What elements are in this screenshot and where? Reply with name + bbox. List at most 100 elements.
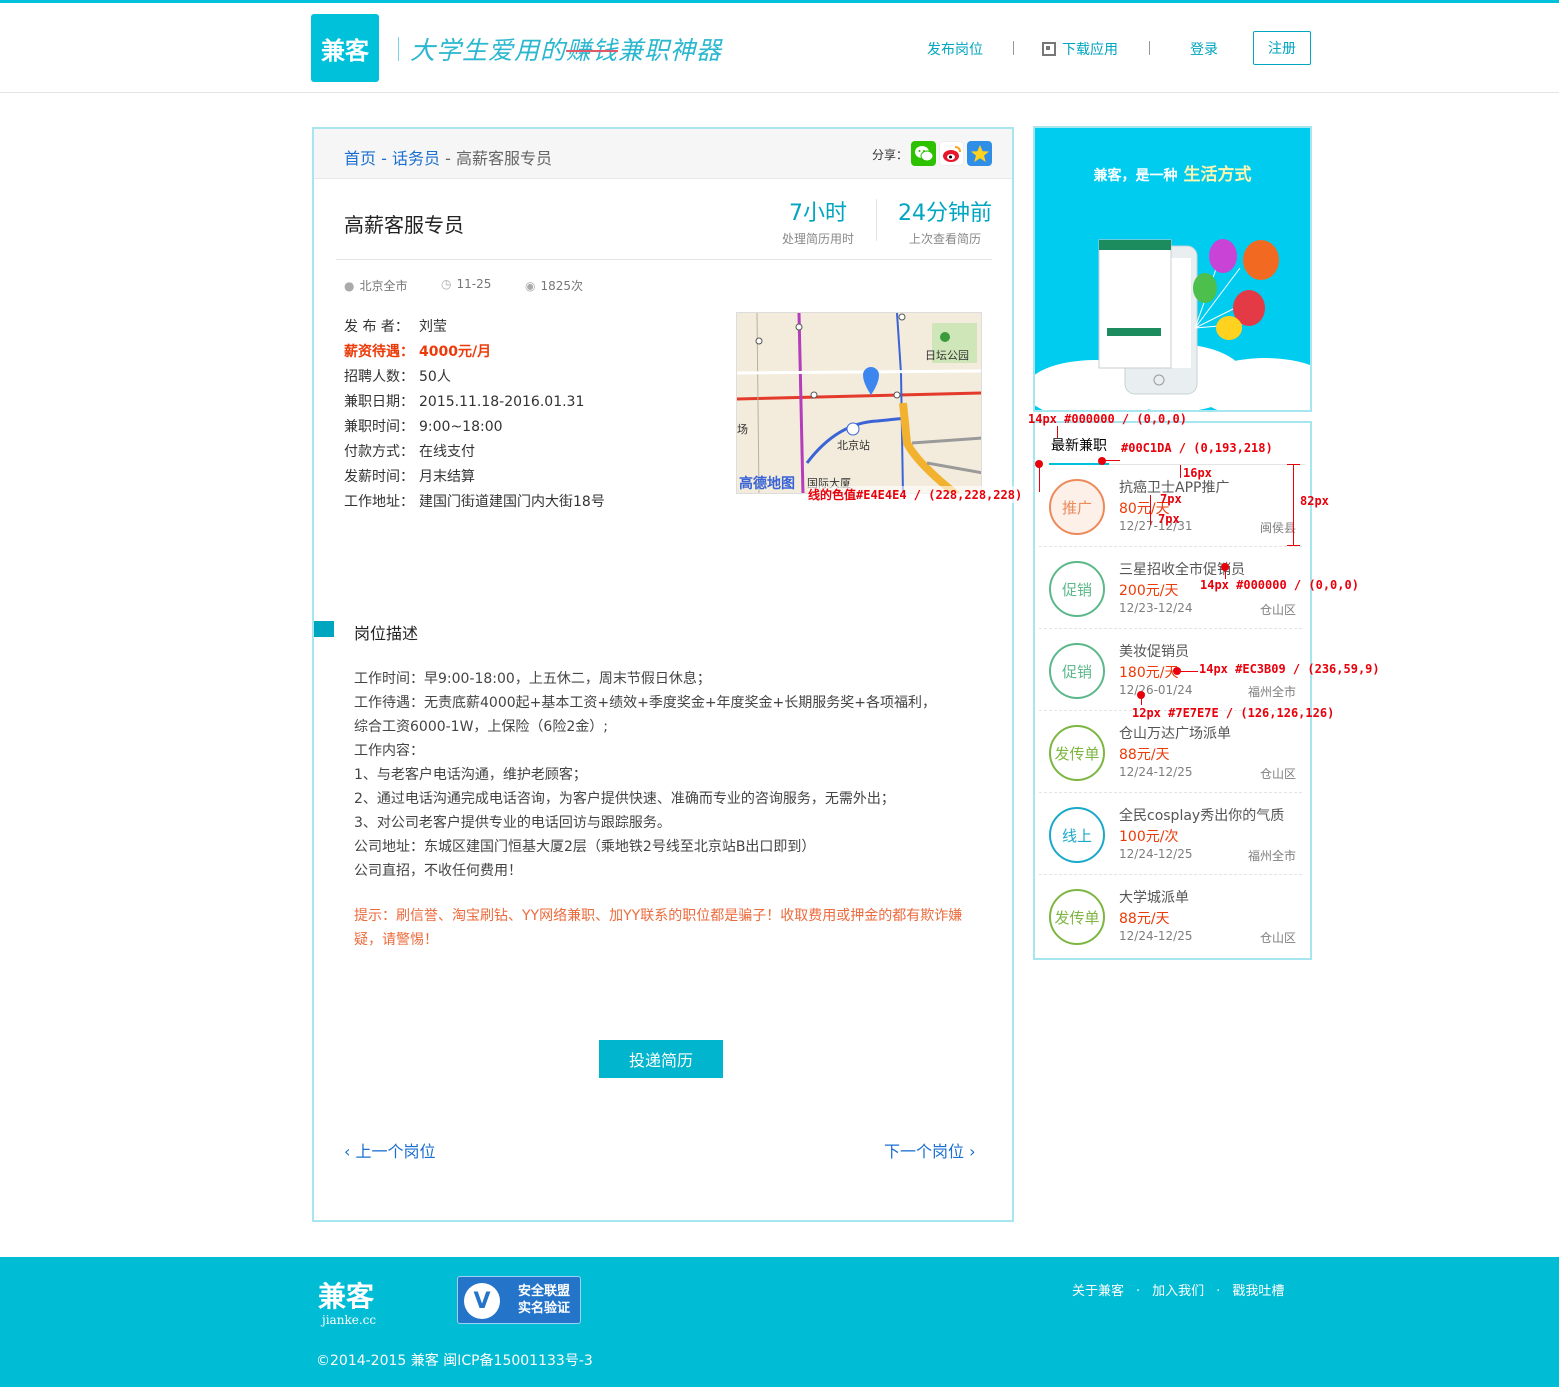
description-line: 工作待遇：无责底薪4000起+基本工资+绩效+季度奖金+年度奖金+长期服务奖+各… <box>354 695 937 711</box>
app-promo-banner[interactable]: 兼客，是一种 生活方式 <box>1033 126 1312 412</box>
title-divider <box>336 259 992 260</box>
list-item[interactable]: 推广 抗癌卫士APP推广 80元/天 12/27-12/31 闽侯县 <box>1039 465 1302 547</box>
info-row-address: 工作地址： 建国门街道建国门内大街18号 <box>344 490 605 515</box>
job-pay: 100元/次 <box>1119 829 1179 845</box>
description-line: 工作内容： <box>354 743 424 759</box>
description-line: 3、对公司老客户提供专业的电话回访与跟踪服务。 <box>354 815 671 831</box>
location-map[interactable]: 日坛公园 北京站 场 国际大厦 高德地图 <box>736 312 982 494</box>
wechat-icon[interactable] <box>911 141 936 166</box>
slogan-part-b: 赚钱 <box>566 36 619 65</box>
description-title: 岗位描述 <box>354 624 419 643</box>
spec-annotation-line-color: 线的色值#E4E4E4 / (228,228,228) <box>808 486 1023 503</box>
spec-leader-line <box>1104 460 1120 461</box>
info-key: 发薪时间： <box>344 469 414 485</box>
spec-leader-line <box>1180 671 1198 672</box>
meta-views: ◉ 1825次 <box>525 277 583 294</box>
weibo-glyph <box>942 145 961 162</box>
meta-date-text: 11-25 <box>456 277 492 291</box>
spec-annotation-title-font: 14px #000000 / (0,0,0) <box>1028 412 1187 426</box>
section-marker <box>314 621 334 637</box>
description-line: 综合工资6000-1W，上保险（6险2金）; <box>354 719 608 735</box>
stat-process-time: 7小时 <box>789 201 847 226</box>
nav-download-app[interactable]: 下载应用 <box>1042 39 1118 59</box>
breadcrumb-separator: - <box>376 149 392 168</box>
spec-dimension-line <box>1293 464 1294 546</box>
info-key: 薪资待遇： <box>344 344 414 360</box>
badge-line-1: 安全联盟 <box>518 1284 571 1299</box>
qzone-star-icon[interactable] <box>967 141 992 166</box>
map-brand-logo: 高德地图 <box>739 476 795 492</box>
slogan-part-c: 兼职神器 <box>618 36 723 65</box>
clock-icon: ◷ <box>441 277 452 291</box>
job-title: 高薪客服专员 <box>344 213 464 237</box>
breadcrumb-category[interactable]: 话务员 <box>392 149 440 168</box>
nav-login[interactable]: 登录 <box>1190 39 1218 59</box>
weibo-icon[interactable] <box>939 141 964 166</box>
info-key: 发 布 者： <box>344 319 409 335</box>
footer-link-about[interactable]: 关于兼客 <box>1072 1284 1124 1299</box>
info-key: 兼职时间： <box>344 419 414 435</box>
register-button[interactable]: 注册 <box>1253 31 1311 65</box>
next-job-link[interactable]: 下一个岗位 › <box>884 1138 976 1162</box>
job-name: 全民cosplay秀出你的气质 <box>1119 808 1285 824</box>
footer-link-feedback[interactable]: 戳我吐槽 <box>1232 1284 1284 1299</box>
slogan-part-a: 大学生爱用的 <box>410 36 567 65</box>
spec-leader-line <box>1141 695 1142 705</box>
spec-annotation-spacing-7b: 7px <box>1158 512 1180 526</box>
spec-marker-dot <box>1098 457 1106 465</box>
wechat-glyph <box>914 145 933 161</box>
job-detail-card: 首页 - 话务员 - 高薪客服专员 分享： 高薪客服专员 7小时 处理简历用时 … <box>312 127 1014 1222</box>
list-item[interactable]: 发传单 仓山万达广场派单 88元/天 12/24-12/25 仓山区 <box>1039 711 1302 793</box>
job-date: 12/24-12/25 <box>1119 847 1193 861</box>
list-item[interactable]: 发传单 大学城派单 88元/天 12/24-12/25 仓山区 <box>1039 875 1302 957</box>
info-row-publisher: 发 布 者： 刘莹 <box>344 315 605 340</box>
info-key: 兼职日期： <box>344 394 414 410</box>
nav-download-label: 下载应用 <box>1062 42 1118 58</box>
job-category-badge: 发传单 <box>1049 889 1105 945</box>
nav-divider <box>1013 41 1014 55</box>
info-value: 50人 <box>419 369 451 385</box>
sidebar-title: 最新兼职 <box>1051 438 1107 454</box>
spec-leader-line <box>1039 464 1040 492</box>
info-value: 2015.11.18-2016.01.31 <box>419 394 585 410</box>
info-value: 建国门街道建国门内大街18号 <box>419 494 605 510</box>
breadcrumb-current: 高薪客服专员 <box>455 149 552 168</box>
info-key: 招聘人数： <box>344 369 414 385</box>
job-pay: 88元/天 <box>1119 747 1170 763</box>
job-category-badge: 推广 <box>1049 479 1105 535</box>
spec-leader-line <box>1057 426 1058 438</box>
previous-job-link[interactable]: ‹ 上一个岗位 <box>344 1138 436 1162</box>
footer-link-join[interactable]: 加入我们 <box>1152 1284 1204 1299</box>
nav-post-job[interactable]: 发布岗位 <box>927 39 983 59</box>
description-line: 1、与老客户电话沟通，维护老顾客； <box>354 767 587 783</box>
job-pay: 88元/天 <box>1119 911 1170 927</box>
submit-resume-button[interactable]: 投递简历 <box>599 1040 723 1078</box>
description-line: 工作时间：早9:00-18:00，上五休二，周末节假日休息； <box>354 671 711 687</box>
stat-last-view: 24分钟前 <box>898 201 992 226</box>
job-location: 闽侯县 <box>1259 521 1296 535</box>
meta-date: ◷ 11-25 <box>441 277 491 291</box>
breadcrumb-home[interactable]: 首页 <box>344 149 376 168</box>
info-key: 工作地址： <box>344 494 414 510</box>
badge-text: 安全联盟 实名验证 <box>518 1283 570 1317</box>
footer-domain: jianke.cc <box>322 1313 377 1327</box>
spec-annotation-spacing-7a: 7px <box>1160 492 1182 506</box>
eye-icon: ◉ <box>525 279 536 293</box>
site-footer: 兼客 jianke.cc V 安全联盟 实名验证 关于兼客 · 加入我们 · 戳我吐槽 ©… <box>0 1257 1559 1387</box>
spec-dimension-line <box>1180 465 1181 478</box>
info-row-date: 兼职日期： 2015.11.18-2016.01.31 <box>344 390 605 415</box>
site-logo[interactable]: 兼客 <box>311 14 379 82</box>
site-header: 兼客 大学生爱用的赚钱兼职神器 发布岗位 下载应用 登录 注册 <box>0 3 1559 93</box>
info-row-payment: 付款方式： 在线支付 <box>344 440 605 465</box>
info-value: 在线支付 <box>419 444 475 460</box>
spec-annotation-date-font: 12px #7E7E7E / (126,126,126) <box>1132 706 1335 720</box>
footer-logo[interactable]: 兼客 <box>318 1275 374 1315</box>
security-verification-badge[interactable]: V 安全联盟 实名验证 <box>457 1276 581 1324</box>
job-date: 12/23-12/24 <box>1119 601 1193 615</box>
footer-links: 关于兼客 · 加入我们 · 戳我吐槽 <box>1072 1280 1284 1299</box>
list-item[interactable]: 线上 全民cosplay秀出你的气质 100元/次 12/24-12/25 福州… <box>1039 793 1302 875</box>
map-label-left: 场 <box>737 423 748 436</box>
spec-annotation-accent-color: #00C1DA / (0,193,218) <box>1121 441 1273 455</box>
meta-location: ● 北京全市 <box>344 277 408 294</box>
spec-dimension-line <box>1150 495 1151 525</box>
